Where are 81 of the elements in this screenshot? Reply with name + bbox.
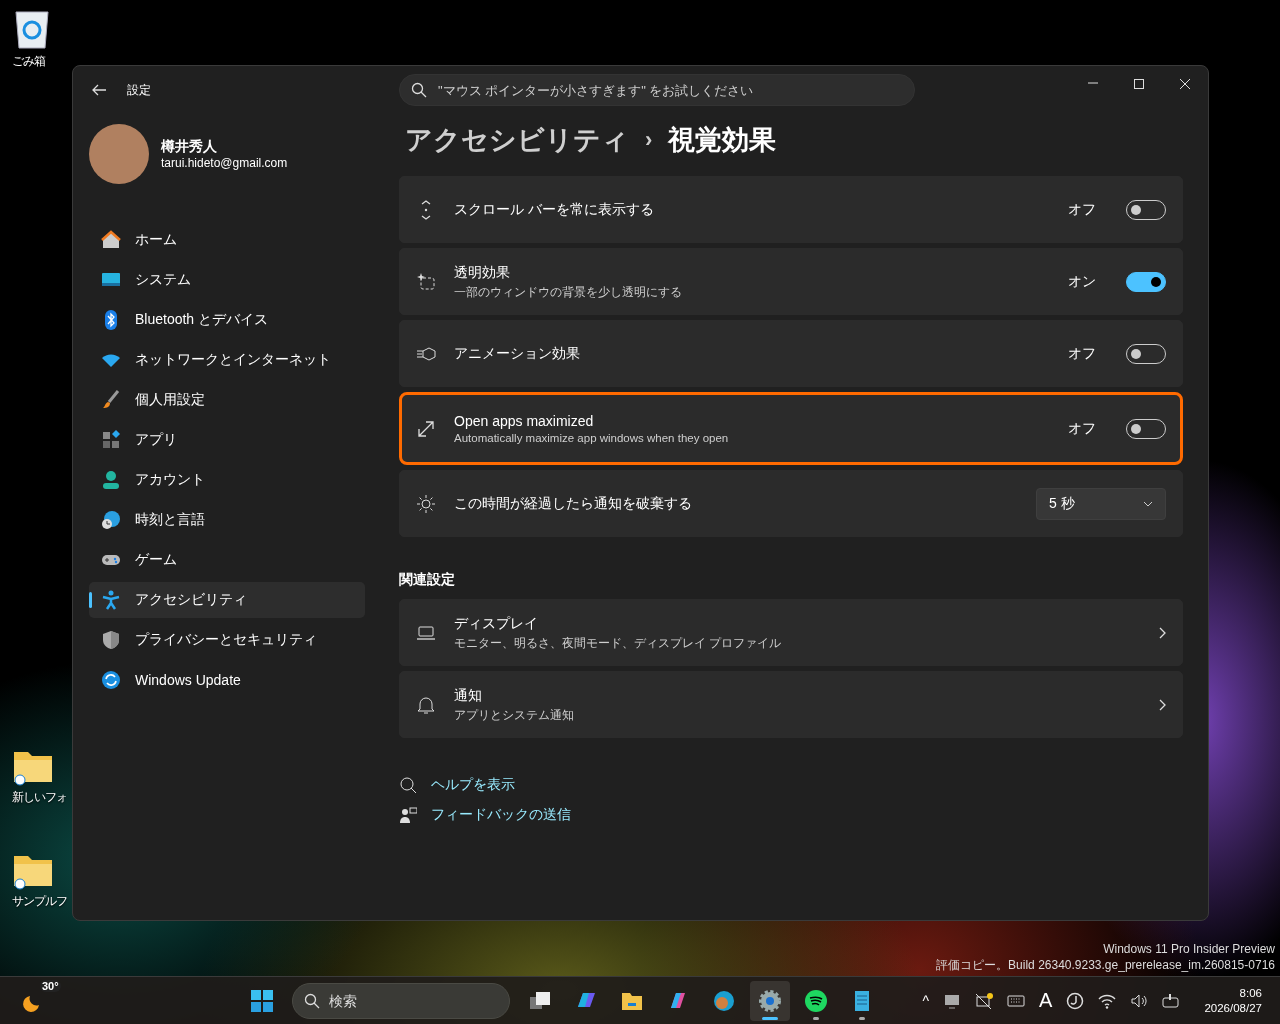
setting-title: アニメーション効果 [454,344,581,363]
nav-item[interactable]: 個人用設定 [89,382,365,418]
search-field[interactable]: "マウス ポインターが小さすぎます" をお試しください [399,74,915,106]
related-setting-card[interactable]: ディスプレイ モニター、明るさ、夜間モード、ディスプレイ プロファイル [399,599,1183,666]
person-icon [101,470,121,490]
chevron-right-icon [1158,626,1166,639]
setting-title: ディスプレイ [454,614,539,633]
related-setting-card[interactable]: 通知 アプリとシステム通知 [399,671,1183,738]
circle-logo-icon[interactable] [1066,991,1085,1010]
taskbar-app-button[interactable] [750,980,790,1021]
apps-icon [101,430,121,450]
help-link[interactable]: ヘルプを表示 [431,776,515,794]
setting-description: モニター、明るさ、夜間モード、ディスプレイ プロファイル [454,635,783,651]
setting-description: アプリとシステム通知 [454,707,575,723]
toggle-state-label: オフ [1068,419,1096,438]
user-email: tarui.hideto@gmail.com [161,156,288,170]
back-arrow-icon[interactable] [91,83,107,97]
toggle-state-label: オフ [1068,344,1096,363]
tray-expand-button[interactable]: ^ [922,992,930,1009]
avatar-image[interactable] [89,124,149,184]
clock[interactable]: 8:06 2026/08/27 [1204,985,1262,1016]
page-title: 視覚効果 [668,124,777,157]
nav-item[interactable]: Bluetooth とデバイス [89,302,365,338]
gear-icon[interactable] [758,988,782,1013]
toggle-state-label: オフ [1068,200,1096,219]
ime-mode-indicator[interactable]: A [1039,989,1053,1012]
home-icon [101,230,121,250]
help-link[interactable]: フィードバックの送信 [431,806,571,824]
nav-item[interactable]: Windows Update [89,662,365,698]
feedback-person-icon [399,806,417,824]
close-icon[interactable] [1179,78,1191,90]
accessibility-icon [101,590,121,610]
maximize-icon[interactable] [1133,78,1145,90]
nav-item[interactable]: アプリ [89,422,365,458]
sparkle-window-icon [416,271,436,292]
section-heading: 関連設定 [399,571,456,589]
build-info-text: 評価コピー。Build 26340.9233.ge_prerelease_im.260815-0716 [936,957,1275,973]
brightness-icon [416,493,436,514]
desktop-icon-label[interactable]: ごみ箱 [12,54,45,68]
nav-item[interactable]: ホーム [89,222,365,258]
clock-time: 8:06 [1239,985,1262,1001]
shield-icon [101,630,121,650]
sync-icon [101,670,121,690]
paintbrush-icon [101,390,121,410]
nav-item[interactable]: ゲーム [89,542,365,578]
desktop-icon-label[interactable]: 新しいフォ [12,790,67,804]
breadcrumb-separator: › [645,127,653,153]
clock-date: 2026/08/27 [1204,1000,1262,1016]
nav-item[interactable]: アクセシビリティ [89,582,365,618]
user-name: 樽井秀人 [161,138,218,156]
music-circle-icon[interactable] [804,988,828,1013]
setting-description: Automatically maximize app windows when they open [454,432,730,444]
nav-item[interactable]: アカウント [89,462,365,498]
bell-icon [416,694,436,715]
nav-item[interactable]: 時刻と言語 [89,502,365,538]
toggle-state-label: オン [1068,272,1096,291]
browser-icon[interactable] [712,988,736,1013]
setting-title: Open apps maximized [454,413,595,429]
setting-title: 透明効果 [454,263,511,282]
temperature-text: 30° [40,979,61,992]
setting-title: 通知 [454,686,483,705]
breadcrumb-parent[interactable]: アクセシビリティ [405,122,629,158]
nav-item[interactable]: ネットワークとインターネット [89,342,365,378]
nav-item[interactable]: システム [89,262,365,298]
desktop-icon-label[interactable]: サンプルフ [12,894,67,908]
setting-description: 一部のウィンドウの背景を少し透明にする [454,284,683,300]
taskbar-search-field[interactable]: 検索 [292,982,510,1019]
chevron-down-icon [1143,500,1153,507]
time-dropdown[interactable]: 5 秒 [1036,487,1166,520]
moon-weather-icon[interactable] [20,993,40,1014]
toggle-switch[interactable] [1126,271,1166,292]
chevron-right-icon [1158,698,1166,711]
nav-item[interactable]: プライバシーとセキュリティ [89,622,365,658]
start-windows-icon[interactable] [250,988,274,1013]
setting-title: この時間が経過したら通知を破棄する [454,494,693,513]
setting-title: スクロール バーを常に表示する [454,200,655,219]
build-info-text: Windows 11 Pro Insider Preview [1103,941,1275,957]
expand-arrow-icon [416,418,436,439]
globe-clock-icon [101,510,121,530]
camera-slash-icon[interactable] [975,991,994,1010]
window-title: 設定 [127,81,151,99]
